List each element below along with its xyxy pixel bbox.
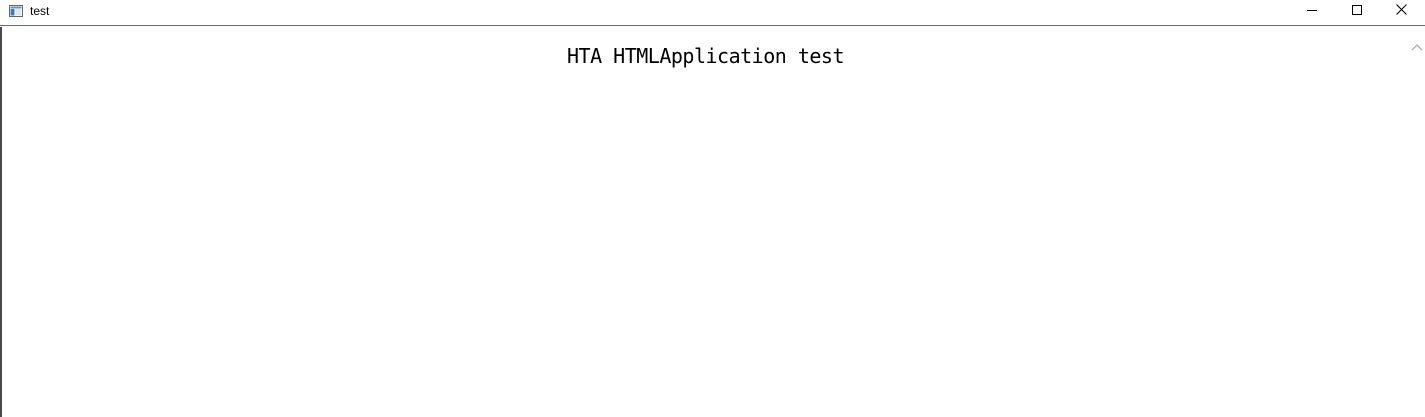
maximize-icon (1351, 2, 1362, 20)
app-window-icon (9, 4, 23, 17)
chevron-up-icon (1411, 38, 1423, 56)
close-icon (1396, 2, 1407, 20)
minimize-button[interactable] (1289, 0, 1334, 22)
maximize-button[interactable] (1334, 0, 1379, 22)
page-heading: HTA HTMLApplication test (567, 44, 844, 68)
minimize-icon (1306, 2, 1317, 20)
scroll-up-button[interactable] (1407, 37, 1425, 57)
close-button[interactable] (1379, 0, 1424, 22)
vertical-scrollbar[interactable] (1407, 27, 1425, 417)
title-bar[interactable]: test (0, 0, 1425, 26)
hta-window: test HTA HTMLApplication test (0, 0, 1425, 417)
window-title: test (30, 4, 50, 18)
client-area: HTA HTMLApplication test (0, 27, 1425, 417)
document-body: HTA HTMLApplication test (4, 27, 1407, 417)
